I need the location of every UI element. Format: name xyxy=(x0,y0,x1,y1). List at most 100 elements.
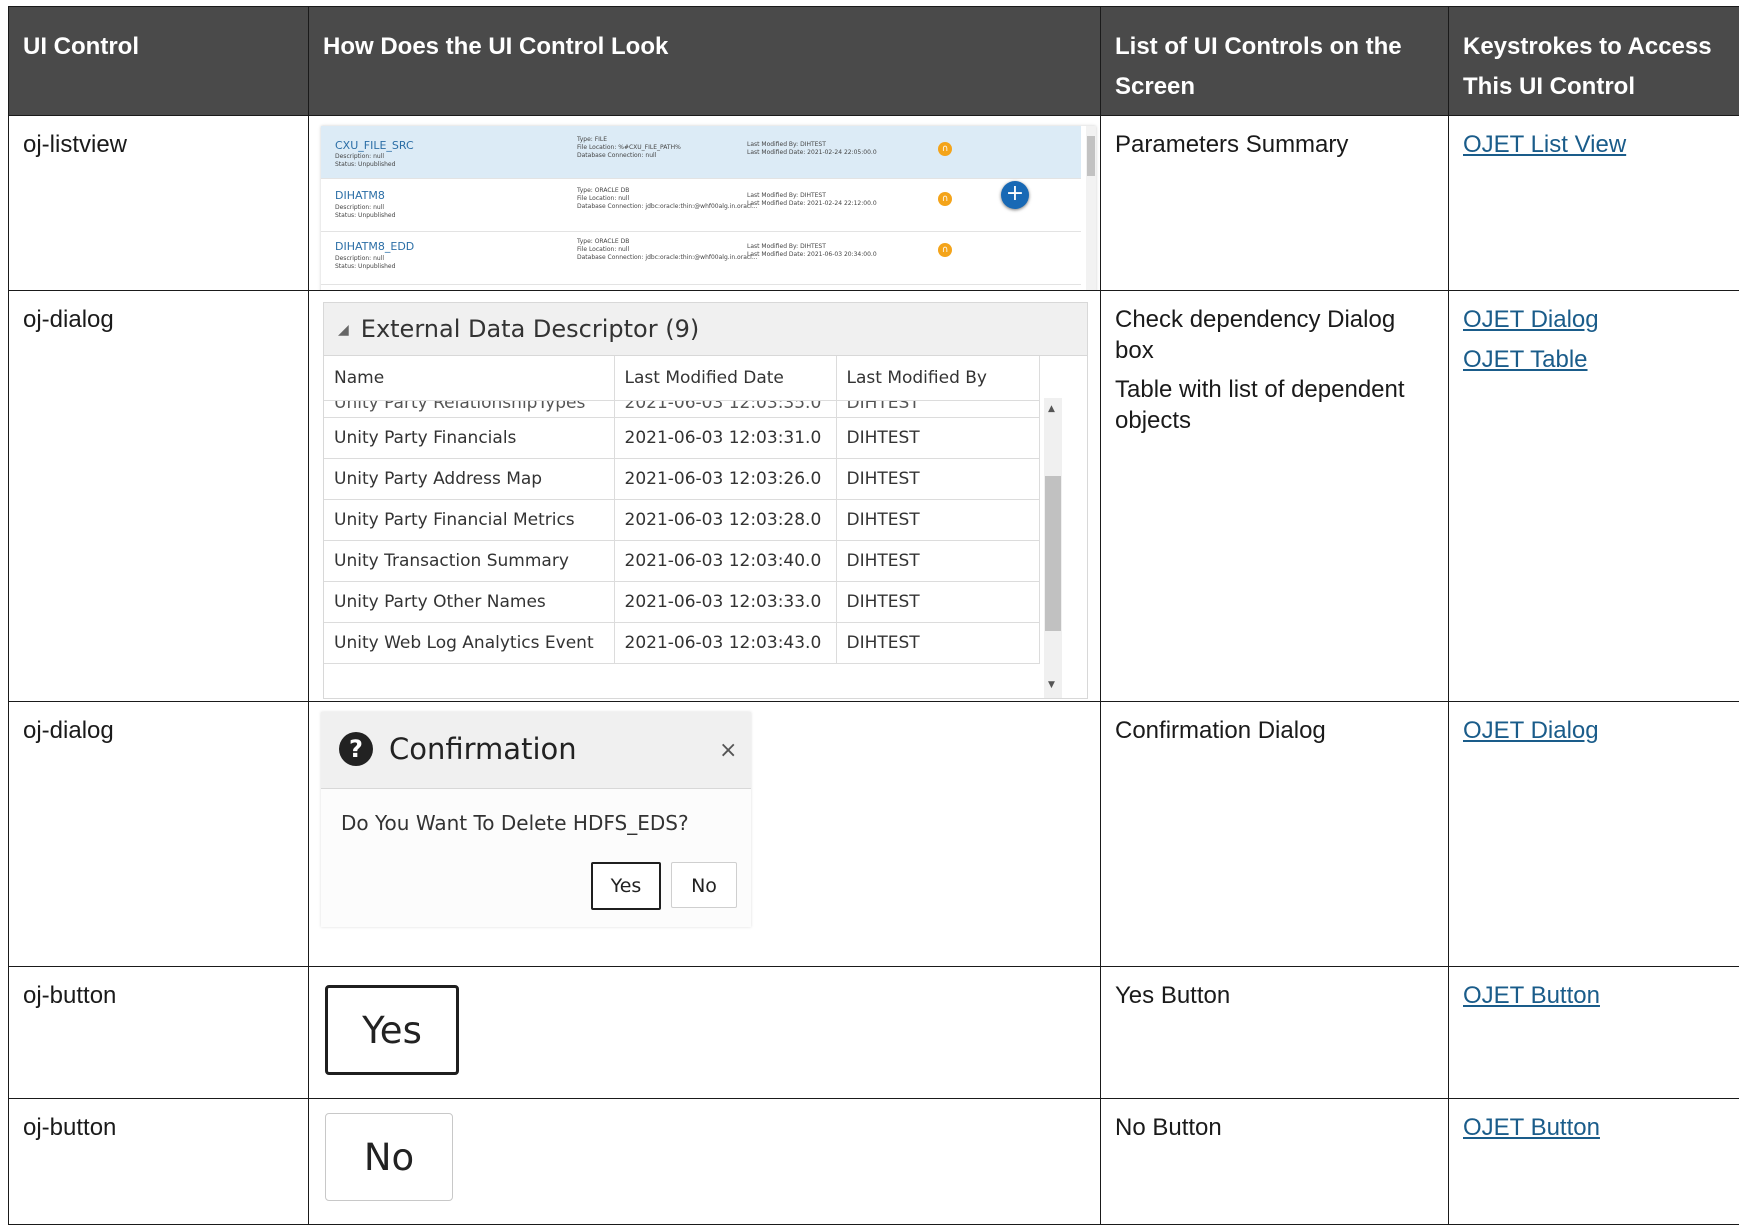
ojet-button-link[interactable]: OJET Button xyxy=(1463,980,1725,1011)
plus-icon[interactable]: + xyxy=(1001,181,1029,209)
cell-name: Unity Transaction Summary xyxy=(324,540,615,582)
ojet-dialog-link[interactable]: OJET Dialog xyxy=(1463,715,1725,746)
dialog-header: ? Confirmation × xyxy=(321,712,751,790)
list-item-modified-by: Last Modified By: DIHTEST xyxy=(747,192,826,199)
no-button-preview-cell: No xyxy=(308,1098,1101,1225)
cell-by: DIHTEST xyxy=(836,622,1040,664)
control-list-item: Yes Button xyxy=(1115,981,1231,1009)
list-item-file-location: File Location: null xyxy=(577,246,630,253)
cell-name: Unity Party Address Map xyxy=(324,458,615,500)
table-row: oj-listview CXU_FILE_SRC Description: nu… xyxy=(8,115,1739,291)
dependent-objects-table: Name Last Modified Date Last Modified By… xyxy=(324,355,1040,664)
listview-scrollbar[interactable] xyxy=(1086,126,1096,290)
yes-button[interactable]: Yes xyxy=(591,862,661,911)
list-item-db: Database Connection: jdbc:oracle:thin:@w… xyxy=(577,203,758,210)
table-row: oj-button Yes Yes Button OJET Button xyxy=(8,965,1739,1100)
header-how-look: How Does the UI Control Look xyxy=(308,6,1101,116)
listview-preview: CXU_FILE_SRC Description: null Status: U… xyxy=(321,126,1096,290)
table-row[interactable]: Unity Web Log Analytics Event 2021-06-03… xyxy=(324,622,1040,664)
control-list-item: Confirmation Dialog xyxy=(1115,717,1326,745)
ojet-dialog-link[interactable]: OJET Dialog xyxy=(1463,304,1725,335)
collapse-triangle-icon[interactable]: ◢ xyxy=(338,322,349,338)
listview-preview-cell: CXU_FILE_SRC Description: null Status: U… xyxy=(308,115,1101,291)
column-header-name[interactable]: Name xyxy=(324,355,615,401)
cell-date: 2021-06-03 12:03:40.0 xyxy=(614,540,837,582)
dialog-message: Do You Want To Delete HDFS_EDS? xyxy=(341,811,689,836)
cell-date: 2021-06-03 12:03:28.0 xyxy=(614,499,837,541)
list-item-status: Status: Unpublished xyxy=(335,161,396,168)
list-item-file-location: File Location: null xyxy=(577,195,630,202)
cell-date: 2021-06-03 12:03:43.0 xyxy=(614,622,837,664)
edd-header[interactable]: ◢ External Data Descriptor (9) xyxy=(324,302,1087,356)
ojet-button-link[interactable]: OJET Button xyxy=(1463,1112,1725,1143)
table-row[interactable]: Unity Party Address Map 2021-06-03 12:03… xyxy=(324,458,1040,500)
table-row[interactable]: Unity Transaction Summary 2021-06-03 12:… xyxy=(324,540,1040,582)
column-header-date[interactable]: Last Modified Date xyxy=(614,355,837,401)
list-item-type: Type: ORACLE DB xyxy=(577,187,630,194)
header-ui-control: UI Control xyxy=(8,6,309,116)
cell-date: 2021-06-03 12:03:26.0 xyxy=(614,458,837,500)
yes-button-preview-cell: Yes xyxy=(308,965,1101,1100)
cell-name: Unity Party Financials xyxy=(324,417,615,459)
list-item-status: Status: Unpublished xyxy=(335,263,396,270)
list-item-modified-by: Last Modified By: DIHTEST xyxy=(747,141,826,148)
edd-preview-cell: ◢ External Data Descriptor (9) Name Last … xyxy=(308,289,1101,703)
control-name: oj-button xyxy=(23,1114,117,1142)
list-item-modified-date: Last Modified Date: 2021-02-24 22:12:00.… xyxy=(747,200,877,207)
cell-by: DIHTEST xyxy=(836,499,1040,541)
close-icon[interactable]: × xyxy=(719,738,737,763)
table-row[interactable]: Unity Party RelationshipTypes 2021-06-03… xyxy=(324,400,1040,418)
control-name: oj-dialog xyxy=(23,305,114,333)
table-row[interactable]: Unity Party Financials 2021-06-03 12:03:… xyxy=(324,417,1040,459)
scroll-down-arrow-icon[interactable]: ▼ xyxy=(1048,680,1055,690)
table-row: oj-button No No Button OJET Button xyxy=(8,1098,1739,1225)
table-row[interactable]: Unity Party Financial Metrics 2021-06-03… xyxy=(324,499,1040,541)
control-list-item: Parameters Summary xyxy=(1115,131,1349,158)
confirmation-dialog: ? Confirmation × Do You Want To Delete H… xyxy=(321,712,751,928)
cell-name: Unity Web Log Analytics Event xyxy=(324,622,615,664)
list-item-modified-by: Last Modified By: DIHTEST xyxy=(747,243,826,250)
ui-controls-table: UI Control How Does the UI Control Look … xyxy=(8,6,1739,1225)
ojet-list-view-link[interactable]: OJET List View xyxy=(1463,129,1725,160)
cell-by: DIHTEST xyxy=(836,400,1040,418)
list-item-name[interactable]: DIHATM8_EDD xyxy=(335,240,414,253)
cell-by: DIHTEST xyxy=(836,540,1040,582)
control-list-item: Table with list of dependent objects xyxy=(1115,375,1405,434)
control-name: oj-button xyxy=(23,981,117,1009)
control-list-item: Check dependency Dialog box xyxy=(1115,305,1396,364)
table-row: oj-dialog ? Confirmation × Do You Want T… xyxy=(8,701,1739,967)
table-row[interactable]: Unity Party Other Names 2021-06-03 12:03… xyxy=(324,581,1040,623)
cell-name: Unity Party Financial Metrics xyxy=(324,499,615,541)
list-item-type: Type: FILE xyxy=(577,136,608,143)
user-badge-icon: ∩ xyxy=(938,192,952,206)
edd-scrollbar[interactable]: ▲ ▼ xyxy=(1044,397,1062,698)
user-badge-icon: ∩ xyxy=(938,142,952,156)
control-name: oj-dialog xyxy=(23,717,114,745)
list-item-name[interactable]: DIHATM8 xyxy=(335,189,385,202)
control-list-item: No Button xyxy=(1115,1114,1222,1142)
edd-title: External Data Descriptor (9) xyxy=(360,314,700,343)
scrollbar-thumb[interactable] xyxy=(1045,475,1061,631)
scroll-up-arrow-icon[interactable]: ▲ xyxy=(1048,404,1055,414)
yes-button[interactable]: Yes xyxy=(325,984,459,1075)
list-item[interactable]: CXU_FILE_SRC Description: null Status: U… xyxy=(321,126,1081,179)
question-icon: ? xyxy=(339,732,373,767)
no-button[interactable]: No xyxy=(325,1113,453,1202)
user-badge-icon: ∩ xyxy=(938,243,952,257)
edd-dialog-preview: ◢ External Data Descriptor (9) Name Last … xyxy=(323,301,1088,699)
column-header-by[interactable]: Last Modified By xyxy=(836,355,1040,401)
scrollbar-thumb[interactable] xyxy=(1087,136,1095,176)
list-item-db: Database Connection: jdbc:oracle:thin:@w… xyxy=(577,254,758,261)
ojet-table-link[interactable]: OJET Table xyxy=(1463,344,1725,375)
cell-by: DIHTEST xyxy=(836,458,1040,500)
dialog-title: Confirmation xyxy=(389,732,577,767)
list-item-name[interactable]: CXU_FILE_SRC xyxy=(335,139,414,152)
list-item[interactable]: DIHATM8_EDD Description: null Status: Un… xyxy=(321,232,1081,285)
cell-name: Unity Party Other Names xyxy=(324,581,615,623)
list-item-description: Description: null xyxy=(335,255,385,262)
table-row: oj-dialog ◢ External Data Descriptor (9) … xyxy=(8,289,1739,703)
list-item-description: Description: null xyxy=(335,153,385,160)
list-item[interactable]: DIHATM8 Description: null Status: Unpubl… xyxy=(321,179,1081,232)
no-button[interactable]: No xyxy=(671,862,737,909)
header-keystrokes: Keystrokes to Access This UI Control xyxy=(1448,6,1739,116)
